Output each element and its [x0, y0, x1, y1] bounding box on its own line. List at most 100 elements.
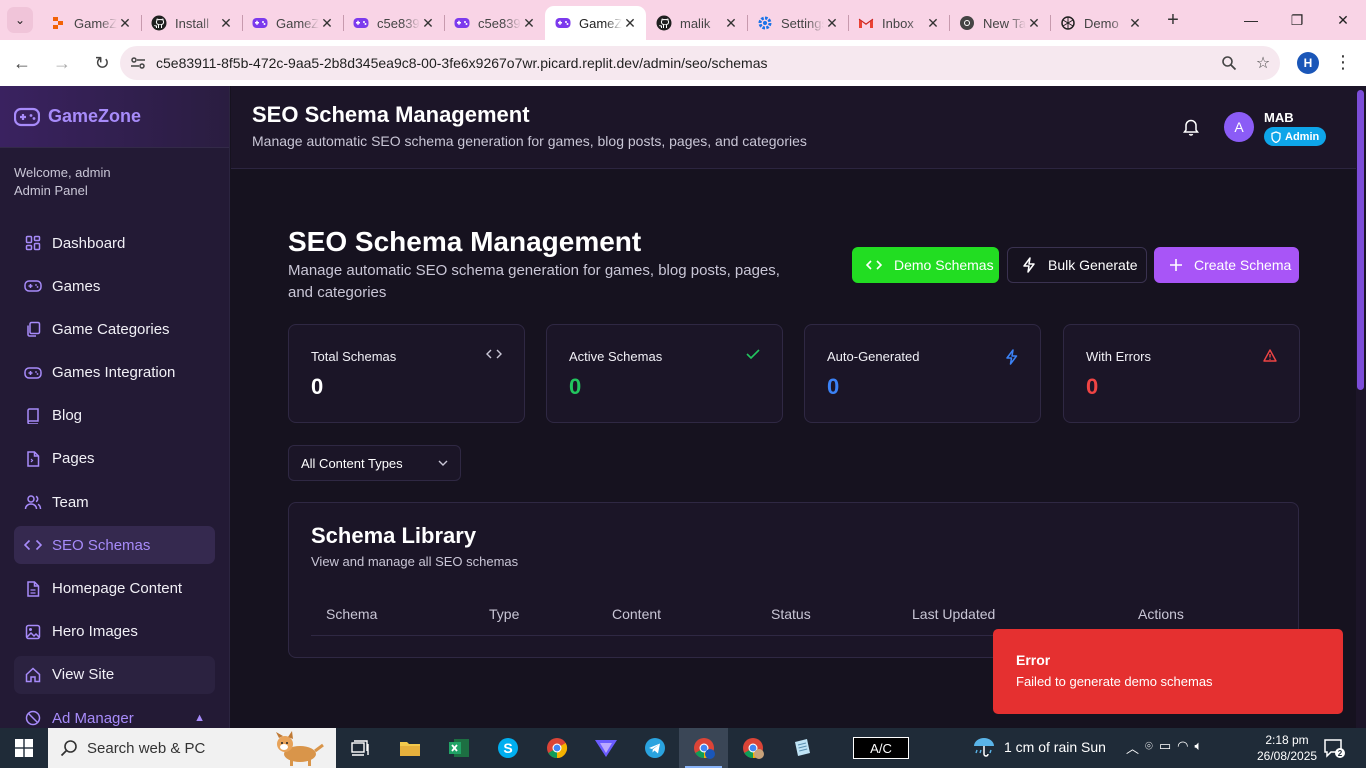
- sidebar-item-game-categories[interactable]: Game Categories: [14, 310, 215, 348]
- browser-tab[interactable]: GameZone ✕: [40, 6, 141, 40]
- sidebar-item-homepage-content[interactable]: Homepage Content: [14, 570, 215, 608]
- wifi-icon[interactable]: ◠: [1177, 738, 1188, 757]
- new-tab-button[interactable]: +: [1155, 0, 1191, 40]
- bulk-generate-button[interactable]: Bulk Generate: [1007, 247, 1147, 283]
- taskbar-chrome[interactable]: [532, 728, 581, 768]
- close-icon[interactable]: ✕: [824, 15, 840, 32]
- sidebar-item-blog[interactable]: Blog: [14, 397, 215, 435]
- close-icon[interactable]: ✕: [319, 15, 335, 32]
- browser-tab[interactable]: Settings ✕: [747, 6, 848, 40]
- browser-tab[interactable]: Inbox ✕: [848, 6, 949, 40]
- close-icon[interactable]: ✕: [1127, 15, 1143, 32]
- column-header-type[interactable]: Type: [489, 606, 519, 622]
- bookmark-star-icon[interactable]: ☆: [1246, 53, 1280, 73]
- image-icon: [24, 623, 42, 641]
- taskbar-chrome-profile[interactable]: [679, 728, 728, 768]
- task-view-icon: [350, 740, 369, 756]
- column-header-status[interactable]: Status: [771, 606, 811, 622]
- taskbar-notepad[interactable]: [777, 728, 826, 768]
- browser-tab-active[interactable]: GameZone ✕: [545, 6, 646, 40]
- tab-title: GameZone: [276, 15, 319, 31]
- error-toast[interactable]: Error Failed to generate demo schemas: [993, 629, 1343, 714]
- start-button[interactable]: [0, 728, 48, 768]
- browser-menu-icon[interactable]: ⋮: [1334, 53, 1352, 71]
- browser-tab[interactable]: GameZone ✕: [242, 6, 343, 40]
- browser-tab[interactable]: c5e83911 ✕: [444, 6, 545, 40]
- gamepad-icon: [555, 15, 571, 31]
- zoom-icon[interactable]: [1212, 55, 1246, 71]
- reload-button[interactable]: ↻: [84, 45, 120, 81]
- site-info-icon[interactable]: [120, 56, 156, 70]
- sidebar-item-dashboard[interactable]: Dashboard: [14, 224, 215, 262]
- weather-widget[interactable]: 1 cm of rain Sun: [972, 736, 1106, 758]
- sidebar-item-ad-manager[interactable]: Ad Manager ▲: [14, 699, 215, 728]
- taskbar-search[interactable]: Search web & PC: [48, 728, 336, 768]
- bell-icon[interactable]: [1183, 118, 1199, 136]
- taskbar-file-explorer[interactable]: [385, 728, 434, 768]
- tab-title: Demo: [1084, 15, 1119, 31]
- back-button[interactable]: ←: [4, 45, 40, 81]
- chevron-up-icon[interactable]: ▲: [194, 712, 205, 724]
- tab-search-button[interactable]: ⌄: [0, 0, 40, 40]
- close-icon[interactable]: ✕: [521, 15, 537, 32]
- address-bar[interactable]: c5e83911-8f5b-472c-9aa5-2b8d345ea9c8-00-…: [120, 46, 1280, 80]
- column-header-last-updated[interactable]: Last Updated: [912, 606, 995, 622]
- close-icon[interactable]: ✕: [420, 15, 436, 32]
- notification-center-icon[interactable]: 2: [1323, 737, 1345, 759]
- taskbar-telegram[interactable]: [630, 728, 679, 768]
- browser-tab[interactable]: Install ✕: [141, 6, 242, 40]
- brand-logo[interactable]: GameZone: [0, 86, 229, 148]
- svg-text:2: 2: [1338, 749, 1343, 758]
- browser-tab[interactable]: New Tab ✕: [949, 6, 1050, 40]
- tab-title: GameZone: [74, 15, 117, 31]
- close-icon[interactable]: ✕: [117, 15, 133, 32]
- sidebar-item-hero-images[interactable]: Hero Images: [14, 613, 215, 651]
- column-header-schema[interactable]: Schema: [326, 606, 377, 622]
- browser-tab[interactable]: malik ✕: [646, 6, 747, 40]
- close-icon[interactable]: ✕: [218, 15, 234, 32]
- demo-schemas-button[interactable]: Demo Schemas: [852, 247, 999, 283]
- browser-tab[interactable]: c5e83911 ✕: [343, 6, 444, 40]
- avatar[interactable]: A: [1224, 112, 1254, 142]
- taskbar-vpn[interactable]: [581, 728, 630, 768]
- battery-icon[interactable]: ▭: [1159, 738, 1171, 757]
- browser-tab[interactable]: Demo ✕: [1050, 6, 1151, 40]
- close-window-button[interactable]: ✕: [1320, 0, 1366, 40]
- task-view-button[interactable]: [336, 728, 385, 768]
- minimize-button[interactable]: —: [1228, 0, 1274, 40]
- sidebar-item-pages[interactable]: Pages: [14, 440, 215, 478]
- chevron-up-icon[interactable]: ︿: [1126, 738, 1139, 757]
- github-icon: [151, 15, 167, 31]
- close-icon[interactable]: ✕: [723, 15, 739, 32]
- create-schema-button[interactable]: Create Schema: [1154, 247, 1299, 283]
- clock[interactable]: 2:18 pm 26/08/2025: [1257, 732, 1317, 764]
- close-icon[interactable]: ✕: [1026, 15, 1042, 32]
- close-icon[interactable]: ✕: [622, 15, 638, 32]
- stat-label: Auto-Generated: [827, 349, 920, 364]
- sidebar-item-games-integration[interactable]: Games Integration: [14, 354, 215, 392]
- sidebar-item-games[interactable]: Games: [14, 267, 215, 305]
- taskbar-chrome-other[interactable]: [728, 728, 777, 768]
- sidebar-item-view-site[interactable]: View Site: [14, 655, 215, 694]
- restore-button[interactable]: ❐: [1274, 0, 1320, 40]
- windows-taskbar: Search web & PC S A/C 1 cm of rain Sun ︿…: [0, 728, 1366, 768]
- column-header-content[interactable]: Content: [612, 606, 661, 622]
- bulk-generate-label: Bulk Generate: [1048, 257, 1138, 273]
- library-subtitle: View and manage all SEO schemas: [311, 554, 519, 569]
- sidebar-item-seo-schemas[interactable]: SEO Schemas: [14, 526, 215, 565]
- forward-button[interactable]: →: [44, 45, 80, 81]
- page-scrollbar[interactable]: [1356, 86, 1366, 728]
- bolt-icon: [1022, 257, 1036, 273]
- taskbar-excel[interactable]: [434, 728, 483, 768]
- volume-icon[interactable]: 🔈︎: [1194, 738, 1202, 757]
- camera-icon[interactable]: ⌾: [1145, 738, 1153, 757]
- content-type-select[interactable]: All Content Types: [288, 445, 461, 481]
- close-icon[interactable]: ✕: [925, 15, 941, 32]
- sidebar-item-team[interactable]: Team: [14, 483, 215, 521]
- taskbar-skype[interactable]: S: [483, 728, 532, 768]
- browser-tab-strip: ⌄ GameZone ✕ Install ✕ GameZone ✕ c5e839…: [0, 0, 1366, 40]
- ac-power-indicator[interactable]: A/C: [853, 737, 909, 759]
- tab-title: malik: [680, 15, 711, 31]
- profile-avatar[interactable]: H: [1297, 52, 1319, 74]
- scrollbar-thumb[interactable]: [1357, 90, 1364, 390]
